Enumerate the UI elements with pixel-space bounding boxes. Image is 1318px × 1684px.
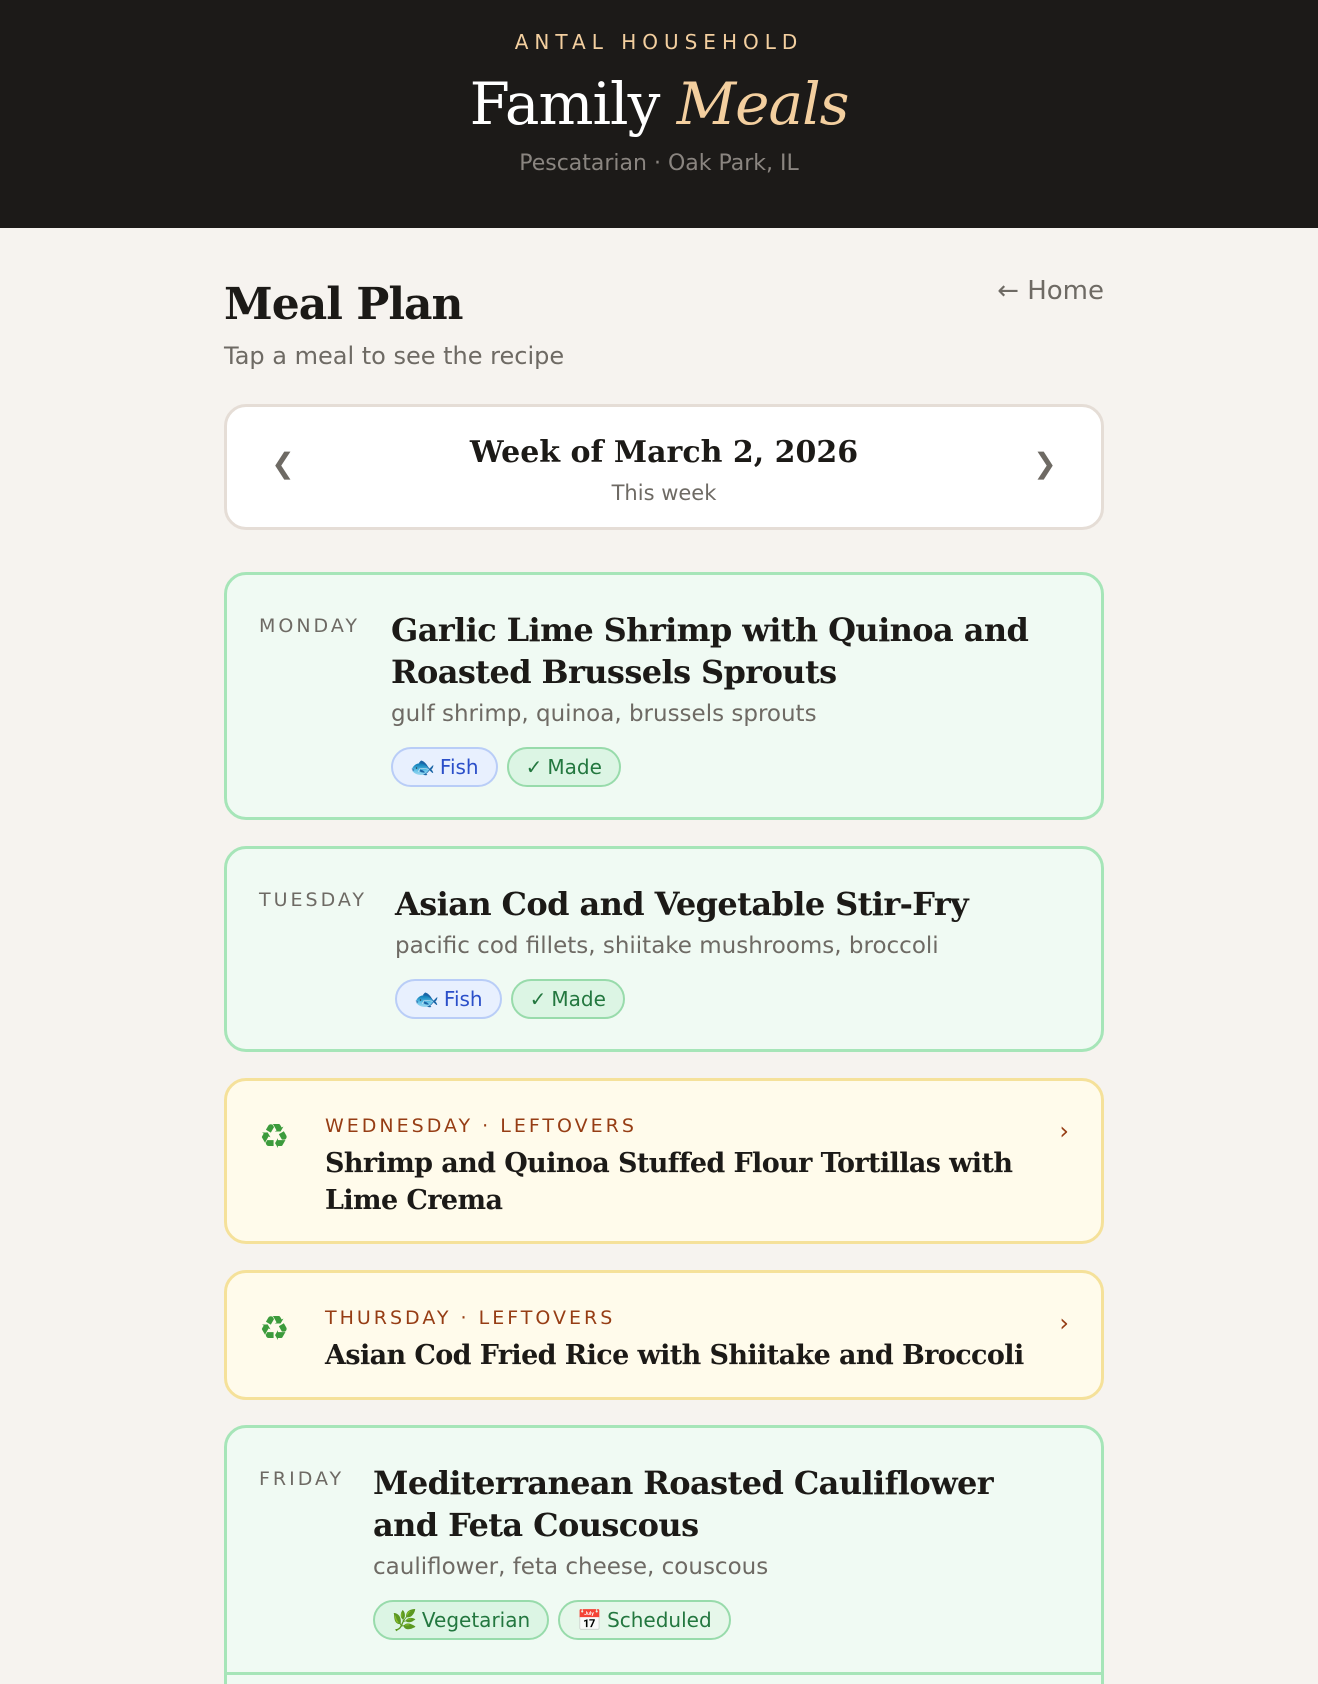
meal-ingredients: gulf shrimp, quinoa, brussels sprouts	[391, 701, 817, 727]
brand-main: Family	[469, 70, 661, 138]
tag-vegetarian: 🌿 Vegetarian	[373, 1600, 550, 1640]
week-subtitle: This week	[611, 481, 717, 505]
check-icon: ✓	[525, 755, 543, 779]
tag-label: Scheduled	[607, 1608, 712, 1632]
chevron-right-icon: ›	[1059, 1117, 1069, 1145]
tag-label: Made	[551, 987, 606, 1011]
meal-day: TUESDAY	[259, 889, 368, 911]
app-header: ANTAL HOUSEHOLD Family Meals Pescatarian…	[0, 0, 1318, 228]
week-title: Week of March 2, 2026	[469, 435, 859, 470]
check-icon: ✓	[529, 987, 547, 1011]
meal-day: FRIDAY	[259, 1468, 345, 1490]
tag-label: Made	[547, 755, 602, 779]
leftovers-day: THURSDAY · LEFTOVERS	[325, 1307, 616, 1329]
fish-icon: 🐟	[410, 755, 435, 779]
tag-fish: 🐟 Fish	[395, 979, 502, 1019]
meal-card-tuesday[interactable]: TUESDAY Asian Cod and Vegetable Stir-Fry…	[224, 846, 1104, 1052]
leaf-icon: 🌿	[392, 1608, 417, 1632]
meal-day: MONDAY	[259, 615, 360, 637]
household-tagline: Pescatarian · Oak Park, IL	[519, 151, 799, 176]
tag-fish: 🐟 Fish	[391, 747, 498, 787]
tag-scheduled: 📅 Scheduled	[558, 1600, 731, 1640]
calendar-icon: 📅	[577, 1608, 603, 1632]
tag-made: ✓ Made	[510, 979, 625, 1019]
brand-title: Family Meals	[0, 70, 1318, 138]
meal-title: Asian Cod and Vegetable Stir-Fry	[395, 885, 969, 923]
meal-tags: 🐟 Fish ✓ Made	[395, 979, 625, 1019]
chevron-right-icon: ›	[1059, 1309, 1069, 1337]
page-subtitle: Tap a meal to see the recipe	[224, 342, 565, 370]
tag-label: Fish	[439, 755, 479, 779]
household-name: ANTAL HOUSEHOLD	[514, 30, 804, 54]
leftovers-title: Asian Cod Fried Rice with Shiitake and B…	[325, 1340, 1024, 1371]
tag-label: Fish	[443, 987, 483, 1011]
leftovers-day: WEDNESDAY · LEFTOVERS	[325, 1115, 637, 1137]
week-selector: ❮ Week of March 2, 2026 This week ❯	[224, 404, 1104, 530]
leftovers-title: Shrimp and Quinoa Stuffed Flour Tortilla…	[325, 1148, 1013, 1216]
meal-title: Garlic Lime Shrimp with Quinoa and Roast…	[391, 611, 1029, 691]
recycle-icon: ♻	[259, 1117, 290, 1157]
meal-ingredients: cauliflower, feta cheese, couscous	[373, 1554, 769, 1580]
leftovers-card-thursday[interactable]: ♻ THURSDAY · LEFTOVERS Asian Cod Fried R…	[224, 1270, 1104, 1400]
meal-ingredients: pacific cod fillets, shiitake mushrooms,…	[395, 933, 939, 959]
brand-accent: Meals	[676, 70, 850, 138]
card-divider	[227, 1672, 1101, 1675]
meal-tags: 🌿 Vegetarian 📅 Scheduled	[373, 1600, 731, 1640]
tag-label: Vegetarian	[421, 1608, 531, 1632]
meal-card-monday[interactable]: MONDAY Garlic Lime Shrimp with Quinoa an…	[224, 572, 1104, 820]
home-link[interactable]: ← Home	[997, 276, 1104, 306]
recycle-icon: ♻	[259, 1309, 290, 1349]
meal-card-friday[interactable]: FRIDAY Mediterranean Roasted Cauliflower…	[224, 1425, 1104, 1684]
next-week-button[interactable]: ❯	[1025, 447, 1065, 480]
leftovers-card-wednesday[interactable]: ♻ WEDNESDAY · LEFTOVERS Shrimp and Quino…	[224, 1078, 1104, 1244]
meal-tags: 🐟 Fish ✓ Made	[391, 747, 621, 787]
tag-made: ✓ Made	[506, 747, 621, 787]
fish-icon: 🐟	[414, 987, 439, 1011]
meal-title: Mediterranean Roasted Cauliflower and Fe…	[373, 1464, 994, 1544]
page-title: Meal Plan	[224, 279, 464, 330]
